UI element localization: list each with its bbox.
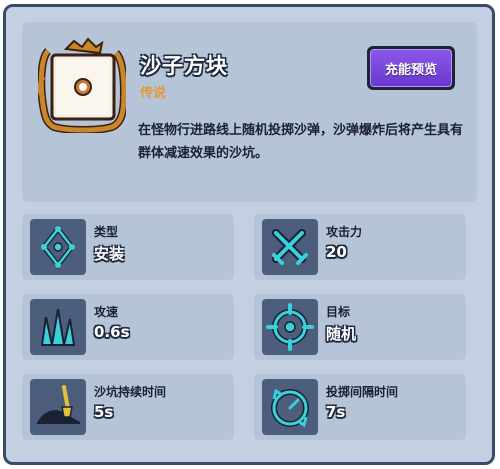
charge-preview-button[interactable]: 充能预览	[367, 46, 455, 90]
stat-label-target: 目标	[326, 305, 351, 319]
diamond-node-icon	[30, 219, 86, 275]
timer-cycle-icon	[262, 379, 318, 435]
charge-preview-label: 充能预览	[370, 49, 452, 87]
stat-label-attack: 攻击力	[326, 225, 363, 239]
stat-value-attack: 20	[326, 243, 347, 261]
stat-value-target: 随机	[326, 325, 357, 343]
stat-value-attack-speed: 0.6s	[94, 323, 130, 341]
stat-label-throw-interval: 投掷间隔时间	[326, 385, 399, 399]
stat-card-type: 类型 安装	[22, 214, 234, 280]
stat-label-attack-speed: 攻速	[94, 305, 119, 319]
stat-card-attack-speed: 攻速 0.6s	[22, 294, 234, 360]
stat-value-pit-duration: 5s	[94, 403, 114, 421]
crossed-swords-icon	[262, 219, 318, 275]
crystal-shards-icon	[30, 299, 86, 355]
crosshair-target-icon	[262, 299, 318, 355]
stat-label-pit-duration: 沙坑持续时间	[94, 385, 167, 399]
tower-description: 在怪物行进路线上随机投掷沙弹，沙弹爆炸后将产生具有群体减速效果的沙坑。	[138, 123, 464, 161]
stat-card-attack: 攻击力 20	[254, 214, 466, 280]
rarity-label: 传说	[140, 86, 167, 101]
stat-value-type: 安装	[94, 245, 125, 263]
stat-card-throw-interval: 投掷间隔时间 7s	[254, 374, 466, 440]
sand-pile-shovel-icon	[30, 379, 86, 435]
sand-block-portrait-icon	[38, 37, 126, 133]
stat-label-type: 类型	[94, 225, 119, 239]
tower-name: 沙子方块	[140, 54, 228, 78]
stat-card-target: 目标 随机	[254, 294, 466, 360]
stat-value-throw-interval: 7s	[326, 403, 346, 421]
stat-card-pit-duration: 沙坑持续时间 5s	[22, 374, 234, 440]
